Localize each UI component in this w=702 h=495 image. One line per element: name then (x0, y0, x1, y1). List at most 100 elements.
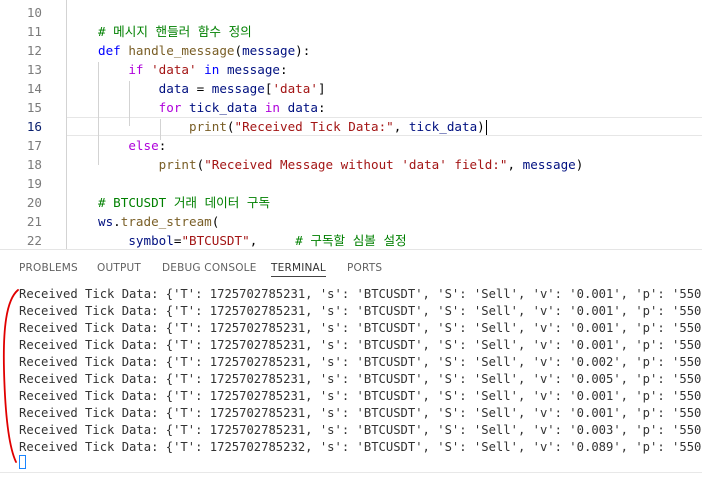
code-token: data (158, 81, 190, 96)
code-token: if (128, 62, 152, 77)
code-token: else (128, 138, 159, 153)
code-token: in (257, 100, 288, 115)
code-token: : (317, 100, 326, 115)
terminal-line: Received Tick Data: {'T': 1725702785232,… (19, 440, 702, 454)
code-token: ) (575, 157, 584, 172)
code-token: trade_stream (120, 214, 212, 229)
code-text: ws.trade_stream( (98, 212, 219, 231)
code-token: ) (477, 119, 485, 134)
code-token: message (242, 43, 296, 58)
terminal-line: Received Tick Data: {'T': 1725702785231,… (19, 304, 702, 318)
line-number: 21 (26, 214, 42, 229)
code-token: in (196, 62, 227, 77)
code-token: tick_data (189, 100, 258, 115)
code-token: handle_message (128, 43, 235, 58)
code-token: for (158, 100, 190, 115)
code-token: symbol (128, 233, 174, 248)
code-token: tick_data (408, 119, 478, 134)
code-line[interactable]: 22 symbol="BTCUSDT", # 구독할 심볼 설정 (0, 231, 702, 249)
terminal-cursor (19, 455, 26, 469)
text-cursor (485, 120, 488, 135)
code-line[interactable]: 20 # BTCUSDT 거래 데이터 구독 (0, 193, 702, 212)
code-token: "Received Tick Data:" (234, 119, 394, 134)
terminal-line: Received Tick Data: {'T': 1725702785231,… (19, 423, 702, 437)
code-token: . (113, 214, 121, 229)
terminal-line: Received Tick Data: {'T': 1725702785231,… (19, 406, 702, 420)
code-token: : (280, 62, 288, 77)
code-token: , (249, 233, 296, 248)
code-token: # 구독할 심볼 설정 (295, 233, 407, 248)
code-token: 'data' (151, 62, 197, 77)
code-line[interactable]: 10 (0, 3, 702, 22)
bottom-panel: PROBLEMS OUTPUT DEBUG CONSOLE TERMINAL P… (0, 249, 702, 494)
code-line[interactable]: 14 data = message['data'] (0, 79, 702, 98)
code-text: if 'data' in message: (98, 60, 288, 79)
code-token: ( (226, 119, 235, 134)
terminal-line: Received Tick Data: {'T': 1725702785231,… (19, 287, 702, 301)
tab-ports[interactable]: PORTS (347, 262, 382, 274)
code-text: # 메시지 핸들러 함수 정의 (98, 22, 252, 41)
code-line[interactable]: 19 (0, 174, 702, 193)
code-token: # BTCUSDT 거래 데이터 구독 (98, 195, 271, 210)
code-text: symbol="BTCUSDT", # 구독할 심볼 설정 (98, 231, 407, 249)
code-token: 'data' (272, 81, 318, 96)
code-token: "BTCUSDT" (181, 233, 250, 248)
terminal-line: Received Tick Data: {'T': 1725702785231,… (19, 372, 702, 386)
terminal-line: Received Tick Data: {'T': 1725702785231,… (19, 338, 702, 352)
code-line[interactable]: 17 else: (0, 136, 702, 155)
code-token: message (226, 62, 281, 77)
line-number: 14 (26, 81, 42, 96)
panel-footer (0, 472, 702, 495)
code-line[interactable]: 18 print("Received Message without 'data… (0, 155, 702, 174)
code-token: # 메시지 핸들러 함수 정의 (98, 24, 252, 39)
tab-output[interactable]: OUTPUT (97, 262, 141, 274)
line-number: 11 (26, 24, 42, 39)
line-number: 19 (26, 176, 42, 191)
code-token: print (189, 119, 227, 134)
line-number: 15 (26, 100, 42, 115)
line-number: 16 (26, 119, 42, 134)
code-token: "Received Message without 'data' field:" (204, 157, 508, 172)
code-token: : (158, 138, 167, 153)
code-line[interactable]: 12 def handle_message(message): (0, 41, 702, 60)
tab-problems[interactable]: PROBLEMS (19, 262, 78, 274)
code-line[interactable]: 11 # 메시지 핸들러 함수 정의 (0, 22, 702, 41)
indent-guide (66, 0, 67, 249)
code-token: data (287, 100, 318, 115)
terminal-line: Received Tick Data: {'T': 1725702785231,… (19, 389, 702, 403)
code-token: message (211, 81, 265, 96)
code-line[interactable]: 16 print("Received Tick Data:", tick_dat… (0, 117, 702, 136)
tab-debug-console[interactable]: DEBUG CONSOLE (162, 262, 257, 274)
code-line[interactable]: 13 if 'data' in message: (0, 60, 702, 79)
line-number: 13 (26, 62, 42, 77)
terminal-line: Received Tick Data: {'T': 1725702785231,… (19, 321, 702, 335)
line-number: 18 (26, 157, 42, 172)
terminal-output[interactable]: Received Tick Data: {'T': 1725702785231,… (0, 286, 702, 472)
code-token: , (507, 157, 523, 172)
code-token: = (189, 81, 212, 96)
code-line[interactable]: 15 for tick_data in data: (0, 98, 702, 117)
code-text: else: (98, 136, 166, 155)
code-text: print("Received Tick Data:", tick_data) (98, 117, 488, 136)
code-token: ( (234, 43, 243, 58)
code-text: data = message['data'] (98, 79, 326, 98)
code-token: , (393, 119, 409, 134)
code-token: print (158, 157, 197, 172)
line-number: 12 (26, 43, 42, 58)
code-line[interactable]: 21 ws.trade_stream( (0, 212, 702, 231)
code-text: def handle_message(message): (98, 41, 310, 60)
code-token: def (98, 43, 129, 58)
indent-guide (129, 81, 130, 126)
indent-guide (160, 119, 161, 140)
line-number: 22 (26, 233, 42, 248)
indent-guide (98, 62, 99, 165)
line-number: 20 (26, 195, 42, 210)
code-editor[interactable]: 10 11 # 메시지 핸들러 함수 정의 12 def handle_message(… (0, 0, 702, 249)
code-text: print("Received Message without 'data' f… (98, 155, 584, 174)
tab-terminal[interactable]: TERMINAL (271, 262, 326, 277)
code-text: # BTCUSDT 거래 데이터 구독 (98, 193, 270, 212)
